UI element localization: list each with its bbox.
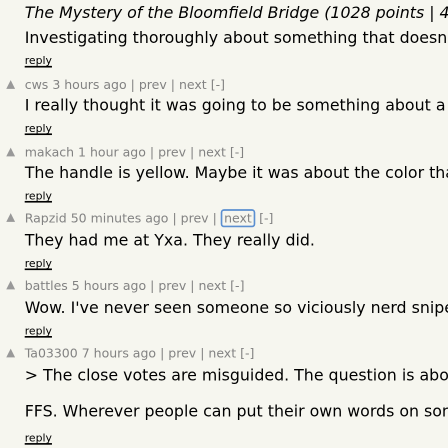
comment-age[interactable]: 1 hour ago [78, 145, 146, 160]
separator: | [150, 278, 155, 294]
comment-meta: Rapzid 50 minutes ago | prev | next [-] [25, 209, 273, 228]
upvote-arrow-icon[interactable]: ▲ [3, 77, 18, 92]
page-scaler: The Mystery of the Bloomfield Bridge (10… [0, 0, 448, 448]
upvote-arrow-icon[interactable]: ▲ [3, 346, 18, 361]
upvote-arrow-icon[interactable]: ▲ [3, 145, 18, 160]
next-link[interactable]: next [220, 209, 256, 228]
collapse-toggle[interactable]: [-] [211, 77, 225, 92]
separator: | [212, 210, 217, 226]
comment-user[interactable]: Ta03300 [25, 346, 78, 361]
prev-link[interactable]: prev [139, 77, 167, 92]
comment-text: The handle is yellow. Maybe it was about… [24, 164, 448, 183]
comment-meta: cws 3 hours ago | prev | next [-] [25, 76, 225, 94]
reply-link[interactable]: reply [25, 324, 52, 339]
next-link[interactable]: next [208, 346, 236, 361]
prev-link[interactable]: prev [158, 145, 186, 160]
separator: | [160, 345, 165, 361]
collapse-toggle[interactable]: [-] [230, 145, 244, 160]
reply-link[interactable]: reply [25, 257, 52, 272]
reply-link[interactable]: reply [25, 122, 52, 137]
comment-meta: makach 1 hour ago | prev | next [-] [25, 143, 244, 161]
story-title[interactable]: The Mystery of the Bloomfield Bridge [25, 5, 319, 23]
prev-link[interactable]: prev [158, 278, 186, 293]
comment-user[interactable]: battles [25, 278, 68, 293]
comment-text: Investigating thoroughly about something… [24, 29, 448, 48]
story-line: The Mystery of the Bloomfield Bridge (10… [25, 5, 448, 23]
comment-text: They had me at Yxa. They really did. [24, 232, 315, 251]
separator: | [130, 77, 135, 93]
comment-user[interactable]: cws [25, 77, 49, 92]
separator: | [190, 144, 195, 160]
upvote-arrow-icon[interactable]: ▲ [3, 278, 18, 293]
comment-user[interactable]: makach [25, 145, 74, 160]
comment-text: > The close votes are misguided. The que… [24, 367, 448, 386]
reply-link[interactable]: reply [25, 54, 52, 69]
separator: | [149, 144, 155, 160]
reply-link[interactable]: reply [25, 432, 52, 447]
separator: | [172, 210, 177, 226]
separator: | [170, 77, 175, 93]
next-link[interactable]: next [198, 145, 226, 160]
collapse-toggle[interactable]: [-] [230, 278, 244, 293]
reply-link[interactable]: reply [25, 189, 52, 204]
comment-meta: Ta03300 7 hours ago | prev | next [-] [25, 344, 255, 362]
separator: | [190, 278, 195, 294]
comment-user[interactable]: Rapzid [25, 211, 67, 226]
comment-meta: battles 5 hours ago | prev | next [-] [25, 277, 245, 295]
collapse-toggle[interactable]: [-] [259, 211, 273, 226]
next-link[interactable]: next [198, 278, 226, 293]
comment-age[interactable]: 3 hours ago [52, 77, 126, 92]
upvote-arrow-icon[interactable]: ▲ [3, 211, 18, 226]
separator: | [200, 345, 205, 361]
prev-link[interactable]: prev [181, 211, 209, 226]
comment-age[interactable]: 50 minutes ago [71, 211, 169, 226]
prev-link[interactable]: prev [168, 346, 196, 361]
next-link[interactable]: next [179, 77, 207, 92]
comment-text: Wow. I've never seen someone so viciousl… [24, 299, 448, 318]
collapse-toggle[interactable]: [-] [240, 346, 254, 361]
comment-text-line-2: FFS. Wherever people can put their own w… [24, 403, 448, 422]
comment-text: I really thought it was going to be some… [24, 97, 448, 116]
story-points: (1028 points | 4 months ago [324, 4, 448, 24]
comment-age[interactable]: 5 hours ago [72, 278, 146, 293]
comment-age[interactable]: 7 hours ago [82, 346, 156, 361]
